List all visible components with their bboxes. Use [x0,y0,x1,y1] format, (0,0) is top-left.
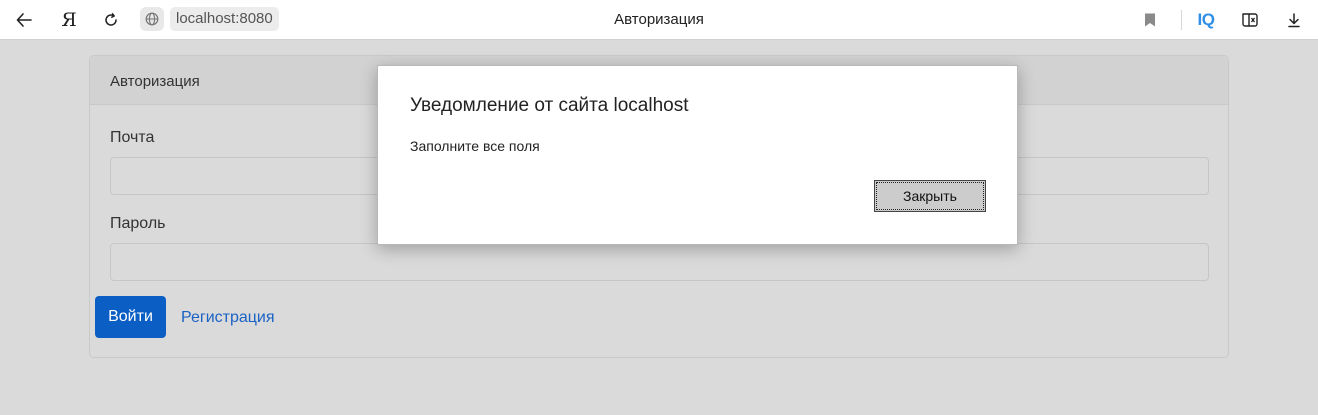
reader-mode-icon[interactable] [1236,6,1264,34]
back-arrow-icon[interactable] [10,6,38,34]
bookmark-icon[interactable] [1136,6,1164,34]
login-button[interactable]: Войти [95,296,166,338]
toolbar-separator [1181,10,1182,30]
register-link[interactable]: Регистрация [181,309,275,327]
password-label: Пароль [110,215,166,232]
reload-icon[interactable] [97,6,125,34]
dialog-message: Заполните все поля [410,138,540,154]
browser-toolbar: Я localhost:8080 Авторизация IQ [0,0,1318,40]
email-label: Почта [110,129,155,146]
dialog-close-button[interactable]: Закрыть [874,180,986,212]
dialog-title: Уведомление от сайта localhost [410,95,689,116]
download-icon[interactable] [1280,6,1308,34]
url-text[interactable]: localhost:8080 [170,7,279,31]
iq-extension-icon[interactable]: IQ [1191,6,1221,34]
password-field[interactable] [110,243,1209,281]
alert-dialog: Уведомление от сайта localhost Заполните… [377,65,1018,245]
globe-icon[interactable] [140,7,164,31]
address-bar[interactable]: localhost:8080 [140,7,279,31]
yandex-logo-icon[interactable]: Я [55,6,83,34]
